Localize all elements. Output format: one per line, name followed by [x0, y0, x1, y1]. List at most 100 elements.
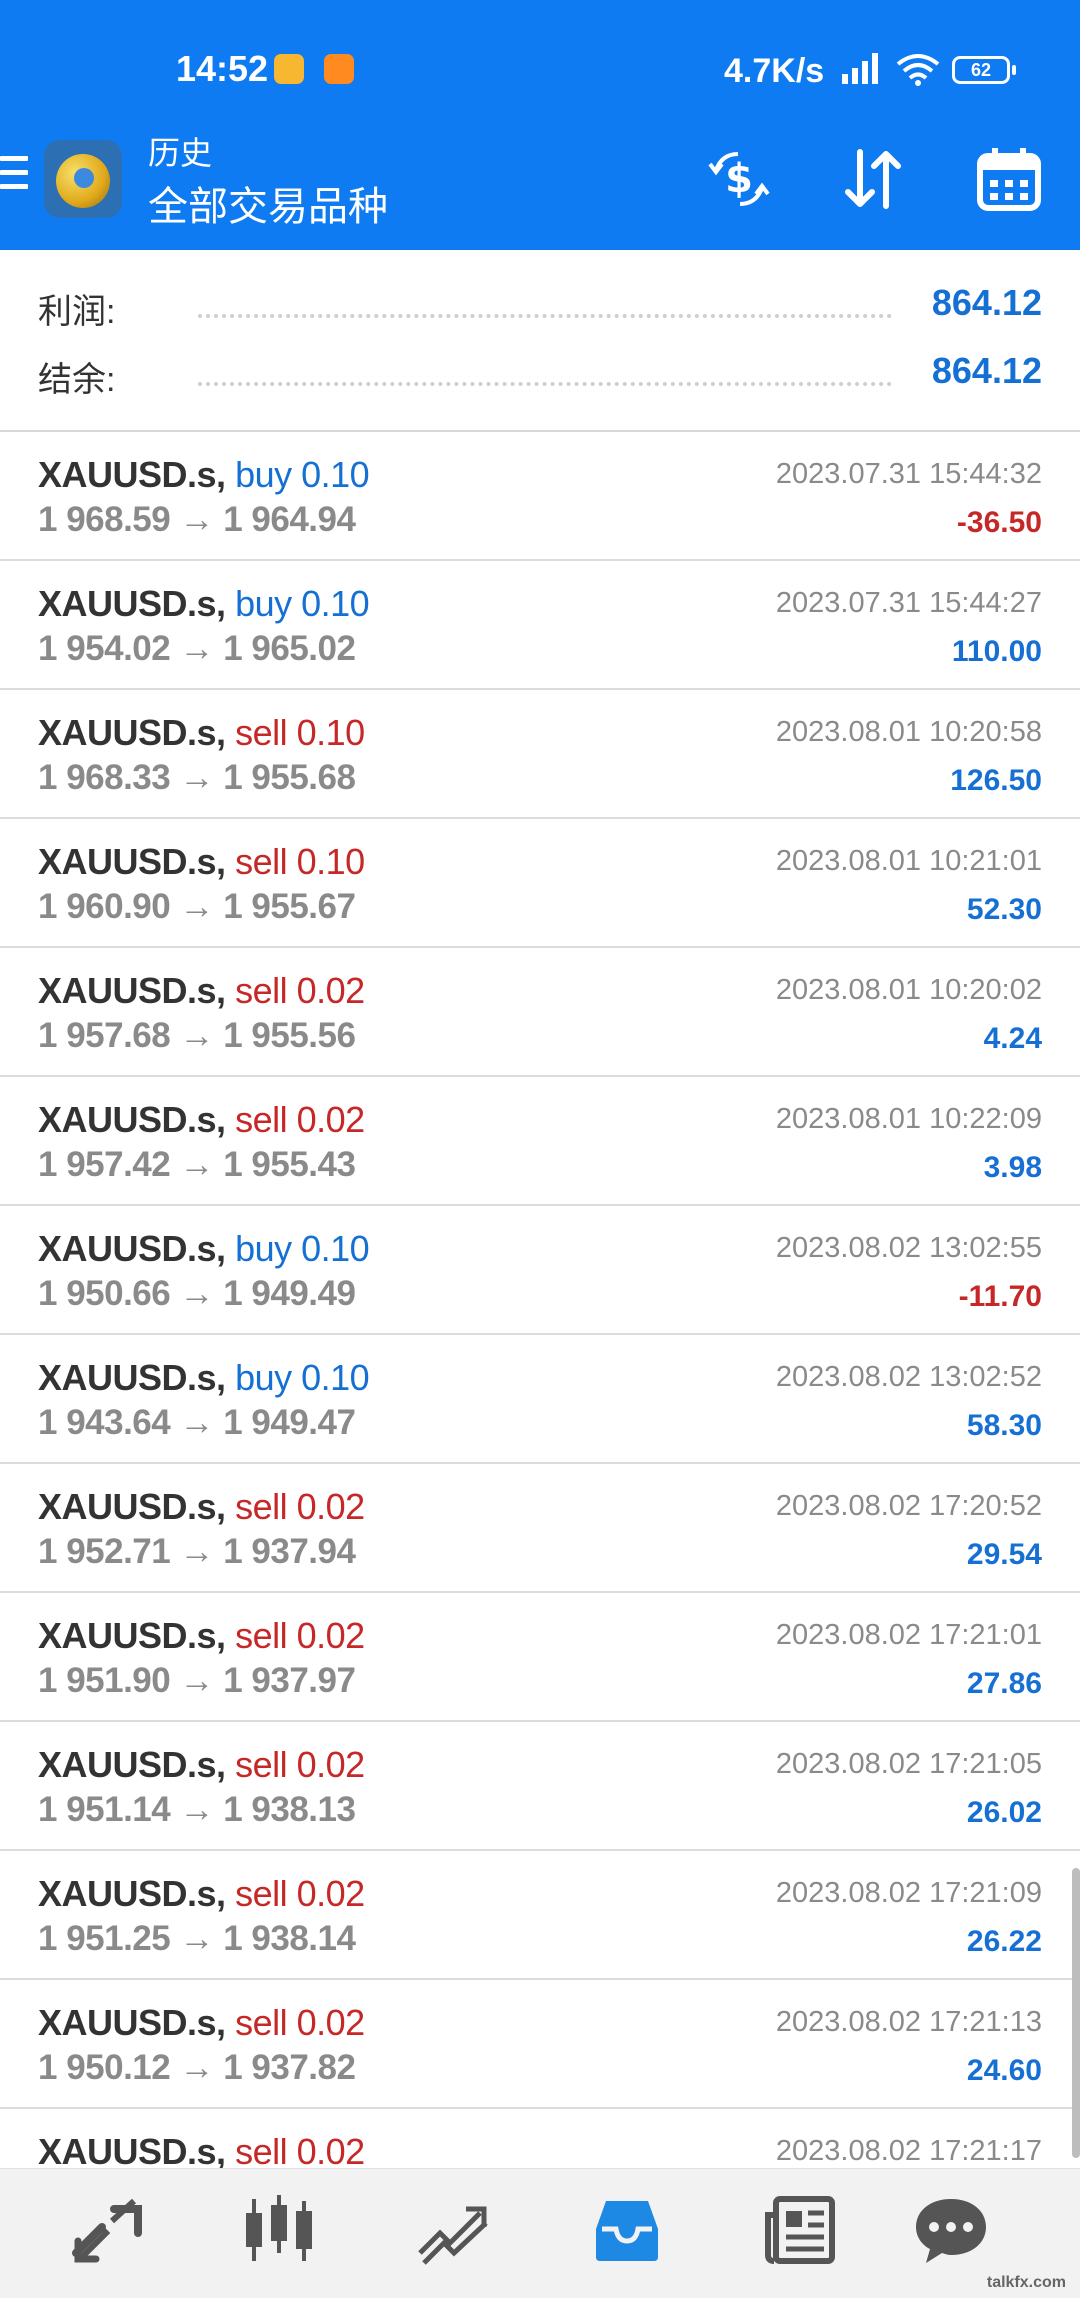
trade-volume: 0.10 — [301, 1228, 370, 1269]
chart-candles-icon[interactable] — [240, 2191, 318, 2269]
trade-time: 2023.08.02 17:21:05 — [775, 1748, 1042, 1780]
trade-volume: 0.02 — [296, 1486, 366, 1527]
separator: , — [216, 712, 236, 753]
open-price: 1 951.90 — [38, 1661, 171, 1700]
bottom-navigation: talkfx.com — [0, 2168, 1080, 2298]
arrow-right-icon: → — [170, 500, 224, 539]
close-price: 1 955.68 — [223, 758, 356, 797]
trade-profit: 4.24 — [983, 1022, 1042, 1055]
open-price: 1 960.90 — [38, 887, 171, 926]
trade-profit: 110.00 — [951, 635, 1042, 668]
close-price: 1 949.47 — [223, 1403, 356, 1442]
separator: , — [216, 1744, 236, 1785]
trade-time: 2023.08.01 10:20:02 — [775, 974, 1042, 1006]
svg-text:$: $ — [725, 156, 753, 202]
close-price: 1 955.56 — [223, 1016, 356, 1055]
trade-symbol: XAUUSD.s — [38, 1486, 217, 1527]
trade-time: 2023.08.02 17:21:01 — [775, 1619, 1042, 1651]
trade-time: 2023.08.02 17:21:17 — [775, 2135, 1042, 2167]
separator: , — [216, 2131, 236, 2172]
trade-profit: 3.98 — [983, 1151, 1042, 1184]
balance-value: 864.12 — [931, 350, 1042, 391]
quotes-icon[interactable] — [68, 2191, 146, 2269]
close-price: 1 938.14 — [223, 1919, 356, 1958]
separator — [292, 583, 302, 624]
history-summary: 利润: 864.12 结余: 864.12 — [0, 262, 1080, 430]
trade-side: sell — [235, 2002, 288, 2043]
arrow-right-icon: → — [170, 758, 224, 797]
trade-row[interactable]: XAUUSD.s, sell 0.10 1 968.33 → 1 955.68 20… — [0, 690, 1080, 819]
trade-profit: 58.30 — [966, 1409, 1042, 1442]
trade-volume: 0.02 — [296, 1615, 366, 1656]
trade-prices: 1 968.33 → 1 955.68 — [38, 758, 356, 798]
trade-row[interactable]: XAUUSD.s, sell 0.02 1 957.42 → 1 955.43 20… — [0, 1077, 1080, 1206]
open-price: 1 968.59 — [38, 500, 171, 539]
page-subtitle: 历史 — [148, 135, 213, 171]
trade-prices: 1 968.59 → 1 964.94 — [38, 500, 356, 540]
trade-title: XAUUSD.s, buy 0.10 — [38, 1357, 370, 1399]
balance-label: 结余: — [38, 361, 116, 399]
trade-symbol: XAUUSD.s — [38, 1744, 217, 1785]
trade-side: buy — [235, 1228, 292, 1269]
trade-prices: 1 951.25 → 1 938.14 — [38, 1919, 356, 1959]
separator — [287, 1615, 297, 1656]
app-logo — [44, 140, 122, 218]
trade-time: 2023.08.02 17:21:13 — [775, 2006, 1042, 2038]
separator — [292, 454, 302, 495]
trade-row[interactable]: XAUUSD.s, buy 0.10 1 954.02 → 1 965.02 202… — [0, 561, 1080, 690]
separator — [287, 1486, 297, 1527]
arrow-right-icon: → — [170, 1016, 224, 1055]
trade-title: XAUUSD.s, sell 0.10 — [38, 841, 365, 883]
history-inbox-icon[interactable] — [588, 2191, 666, 2269]
trade-row[interactable]: XAUUSD.s, buy 0.10 1 943.64 → 1 949.47 202… — [0, 1335, 1080, 1464]
trade-row[interactable]: XAUUSD.s, sell 0.02 1 957.68 → 1 955.56 20… — [0, 948, 1080, 1077]
separator — [292, 1228, 302, 1269]
calendar-icon[interactable] — [974, 144, 1044, 214]
separator — [287, 1873, 297, 1914]
trade-row[interactable]: XAUUSD.s, buy 0.10 1 950.66 → 1 949.49 202… — [0, 1206, 1080, 1335]
scrollbar[interactable] — [1072, 1868, 1080, 2158]
arrow-right-icon: → — [170, 1145, 224, 1184]
trade-title: XAUUSD.s, sell 0.10 — [38, 712, 365, 754]
open-price: 1 957.42 — [38, 1145, 171, 1184]
trade-volume: 0.02 — [296, 2131, 366, 2172]
news-icon[interactable] — [762, 2191, 840, 2269]
trade-row[interactable]: XAUUSD.s, sell 0.02 1 951.25 → 1 938.14 20… — [0, 1851, 1080, 1980]
trade-row[interactable]: XAUUSD.s, sell 0.02 1 951.14 → 1 938.13 20… — [0, 1722, 1080, 1851]
trade-row[interactable]: XAUUSD.s, sell 0.02 1 951.90 → 1 937.97 20… — [0, 1593, 1080, 1722]
trade-side: sell — [235, 1099, 288, 1140]
trade-time: 2023.08.01 10:20:58 — [775, 716, 1042, 748]
trade-profit: 24.60 — [966, 2054, 1042, 2087]
trade-symbol: XAUUSD.s — [38, 2131, 217, 2172]
trade-symbol: XAUUSD.s — [38, 970, 217, 1011]
trade-row[interactable]: XAUUSD.s, sell 0.10 1 960.90 → 1 955.67 20… — [0, 819, 1080, 948]
close-price: 1 937.82 — [223, 2048, 356, 2087]
profit-row: 利润: 864.12 — [38, 274, 1042, 334]
trade-icon[interactable] — [414, 2191, 492, 2269]
separator: , — [216, 1228, 236, 1269]
separator: , — [216, 1615, 236, 1656]
trade-row[interactable]: XAUUSD.s, buy 0.10 1 968.59 → 1 964.94 202… — [0, 432, 1080, 561]
trade-side: buy — [235, 454, 292, 495]
trade-title: XAUUSD.s, sell 0.02 — [38, 1744, 365, 1786]
trade-side: sell — [235, 1486, 288, 1527]
separator — [287, 2002, 297, 2043]
trade-profit: 27.86 — [966, 1667, 1042, 1700]
chat-icon[interactable] — [912, 2191, 990, 2269]
sort-icon[interactable] — [838, 144, 908, 214]
menu-icon[interactable] — [0, 156, 28, 196]
symbol-filter-title[interactable]: 全部交易品种 — [148, 174, 388, 232]
trade-row[interactable]: XAUUSD.s, sell 0.02 1 950.12 → 1 937.82 20… — [0, 1980, 1080, 2109]
separator — [287, 2131, 297, 2172]
trade-row[interactable]: XAUUSD.s, sell 0.02 1 952.71 → 1 937.94 20… — [0, 1464, 1080, 1593]
currency-exchange-icon[interactable]: $ — [704, 144, 774, 214]
status-bar: 14:52 4.7K/s 62 — [0, 0, 1080, 140]
trade-history-list[interactable]: XAUUSD.s, buy 0.10 1 968.59 → 1 964.94 202… — [0, 432, 1080, 2238]
trade-symbol: XAUUSD.s — [38, 1357, 217, 1398]
separator — [287, 970, 297, 1011]
trade-prices: 1 951.90 → 1 937.97 — [38, 1661, 356, 1701]
trade-prices: 1 954.02 → 1 965.02 — [38, 629, 356, 669]
trade-prices: 1 950.66 → 1 949.49 — [38, 1274, 356, 1314]
close-price: 1 937.97 — [223, 1661, 356, 1700]
trade-time: 2023.08.02 13:02:55 — [775, 1232, 1042, 1264]
